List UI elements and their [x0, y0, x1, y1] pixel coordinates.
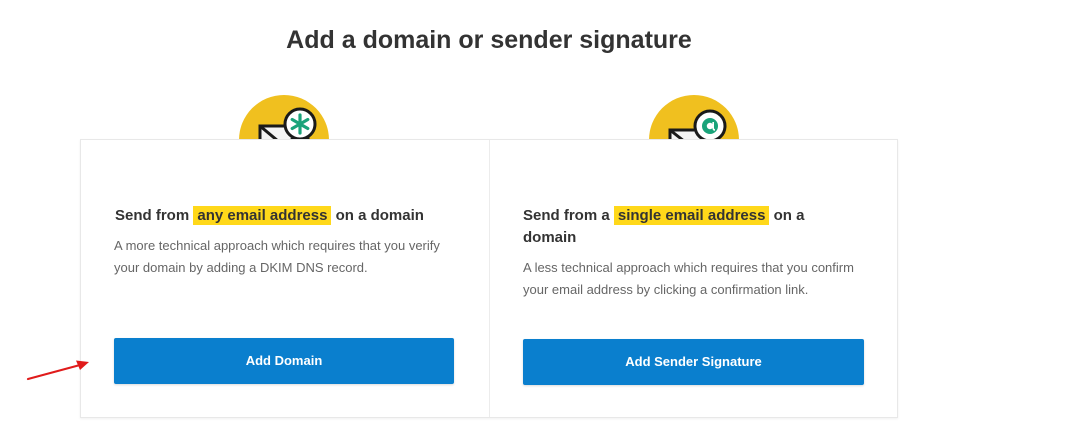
- signature-card-description: A less technical approach which requires…: [523, 260, 854, 297]
- domain-card-heading: Send from any email address on a domain: [115, 205, 465, 227]
- domain-card-description: A more technical approach which requires…: [114, 238, 440, 275]
- signature-card-heading: Send from a single email address on a do…: [523, 205, 843, 249]
- page-title: Add a domain or sender signature: [286, 26, 692, 54]
- signature-heading-highlight: single email address: [613, 206, 770, 225]
- card-divider: [489, 140, 490, 417]
- domain-heading-prefix: Send from: [115, 207, 190, 224]
- red-arrow-icon: [26, 360, 89, 381]
- add-domain-button[interactable]: Add Domain: [114, 338, 454, 384]
- domain-heading-suffix: on a domain: [335, 207, 424, 224]
- signature-heading-prefix: Send from a: [523, 207, 610, 224]
- domain-heading-highlight: any email address: [193, 206, 332, 225]
- add-sender-signature-button[interactable]: Add Sender Signature: [523, 339, 864, 385]
